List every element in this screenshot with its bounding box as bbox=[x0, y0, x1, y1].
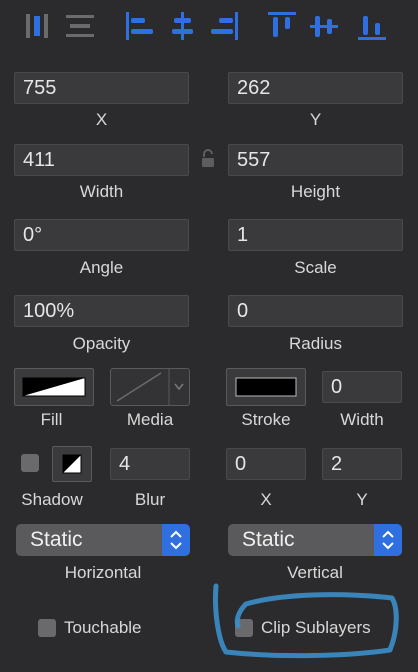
radius-field[interactable]: 0 bbox=[228, 295, 403, 327]
vertical-resizing-select[interactable]: Static bbox=[228, 524, 402, 556]
angle-field[interactable]: 0° bbox=[14, 219, 189, 251]
shadow-x-label: X bbox=[260, 490, 272, 509]
width-label: Width bbox=[79, 182, 124, 201]
stroke-width-field[interactable]: 0 bbox=[322, 371, 402, 403]
y-position-field[interactable]: 262 bbox=[228, 72, 403, 104]
updown-chevron-icon bbox=[162, 524, 190, 556]
distribute-vertical-icon[interactable] bbox=[62, 8, 98, 44]
scale-field[interactable]: 1 bbox=[228, 219, 403, 251]
updown-chevron-icon bbox=[374, 524, 402, 556]
radius-label: Radius bbox=[289, 334, 342, 353]
x-position-label: X bbox=[95, 110, 108, 129]
media-picker[interactable] bbox=[110, 368, 190, 406]
shadow-y-field[interactable]: 2 bbox=[322, 448, 402, 480]
align-center-horizontal-icon[interactable] bbox=[164, 8, 200, 44]
horizontal-resizing-select[interactable]: Static bbox=[16, 524, 190, 556]
height-field[interactable]: 557 bbox=[228, 144, 403, 176]
touchable-label: Touchable bbox=[64, 618, 142, 637]
distribute-horizontal-icon[interactable] bbox=[20, 8, 56, 44]
horizontal-resizing-value: Static bbox=[30, 528, 83, 551]
toolbar bbox=[0, 0, 418, 50]
media-label: Media bbox=[126, 410, 174, 429]
shadow-label: Shadow bbox=[21, 490, 83, 509]
align-right-icon[interactable] bbox=[206, 8, 242, 44]
blur-label: Blur bbox=[134, 490, 166, 509]
chevron-down-icon bbox=[174, 383, 184, 391]
vertical-label: Vertical bbox=[287, 563, 343, 582]
horizontal-label: Horizontal bbox=[64, 563, 142, 582]
opacity-label: Opacity bbox=[72, 334, 131, 353]
blur-field[interactable]: 4 bbox=[110, 448, 190, 480]
align-top-icon[interactable] bbox=[264, 8, 300, 44]
fill-swatch[interactable] bbox=[14, 368, 94, 406]
stroke-swatch[interactable] bbox=[226, 368, 306, 406]
x-position-field[interactable]: 755 bbox=[14, 72, 189, 104]
align-bottom-icon[interactable] bbox=[354, 8, 390, 44]
clip-sublayers-checkbox[interactable] bbox=[235, 619, 253, 637]
y-position-label: Y bbox=[309, 110, 322, 129]
angle-label: Angle bbox=[79, 258, 124, 277]
stroke-label: Stroke bbox=[241, 410, 291, 429]
touchable-checkbox[interactable] bbox=[38, 619, 56, 637]
shadow-color-swatch[interactable] bbox=[52, 446, 92, 482]
clip-sublayers-label: Clip Sublayers bbox=[261, 618, 371, 637]
height-label: Height bbox=[290, 182, 341, 201]
shadow-x-field[interactable]: 0 bbox=[226, 448, 306, 480]
shadow-checkbox[interactable] bbox=[21, 454, 39, 472]
scale-label: Scale bbox=[294, 258, 337, 277]
shadow-y-label: Y bbox=[356, 490, 368, 509]
vertical-resizing-value: Static bbox=[242, 528, 295, 551]
stroke-width-label: Width bbox=[340, 410, 384, 429]
opacity-field[interactable]: 100% bbox=[14, 295, 189, 327]
align-center-vertical-icon[interactable] bbox=[306, 8, 342, 44]
align-left-icon[interactable] bbox=[122, 8, 158, 44]
lock-icon[interactable] bbox=[199, 148, 217, 170]
width-field[interactable]: 411 bbox=[14, 144, 189, 176]
fill-label: Fill bbox=[40, 410, 63, 429]
